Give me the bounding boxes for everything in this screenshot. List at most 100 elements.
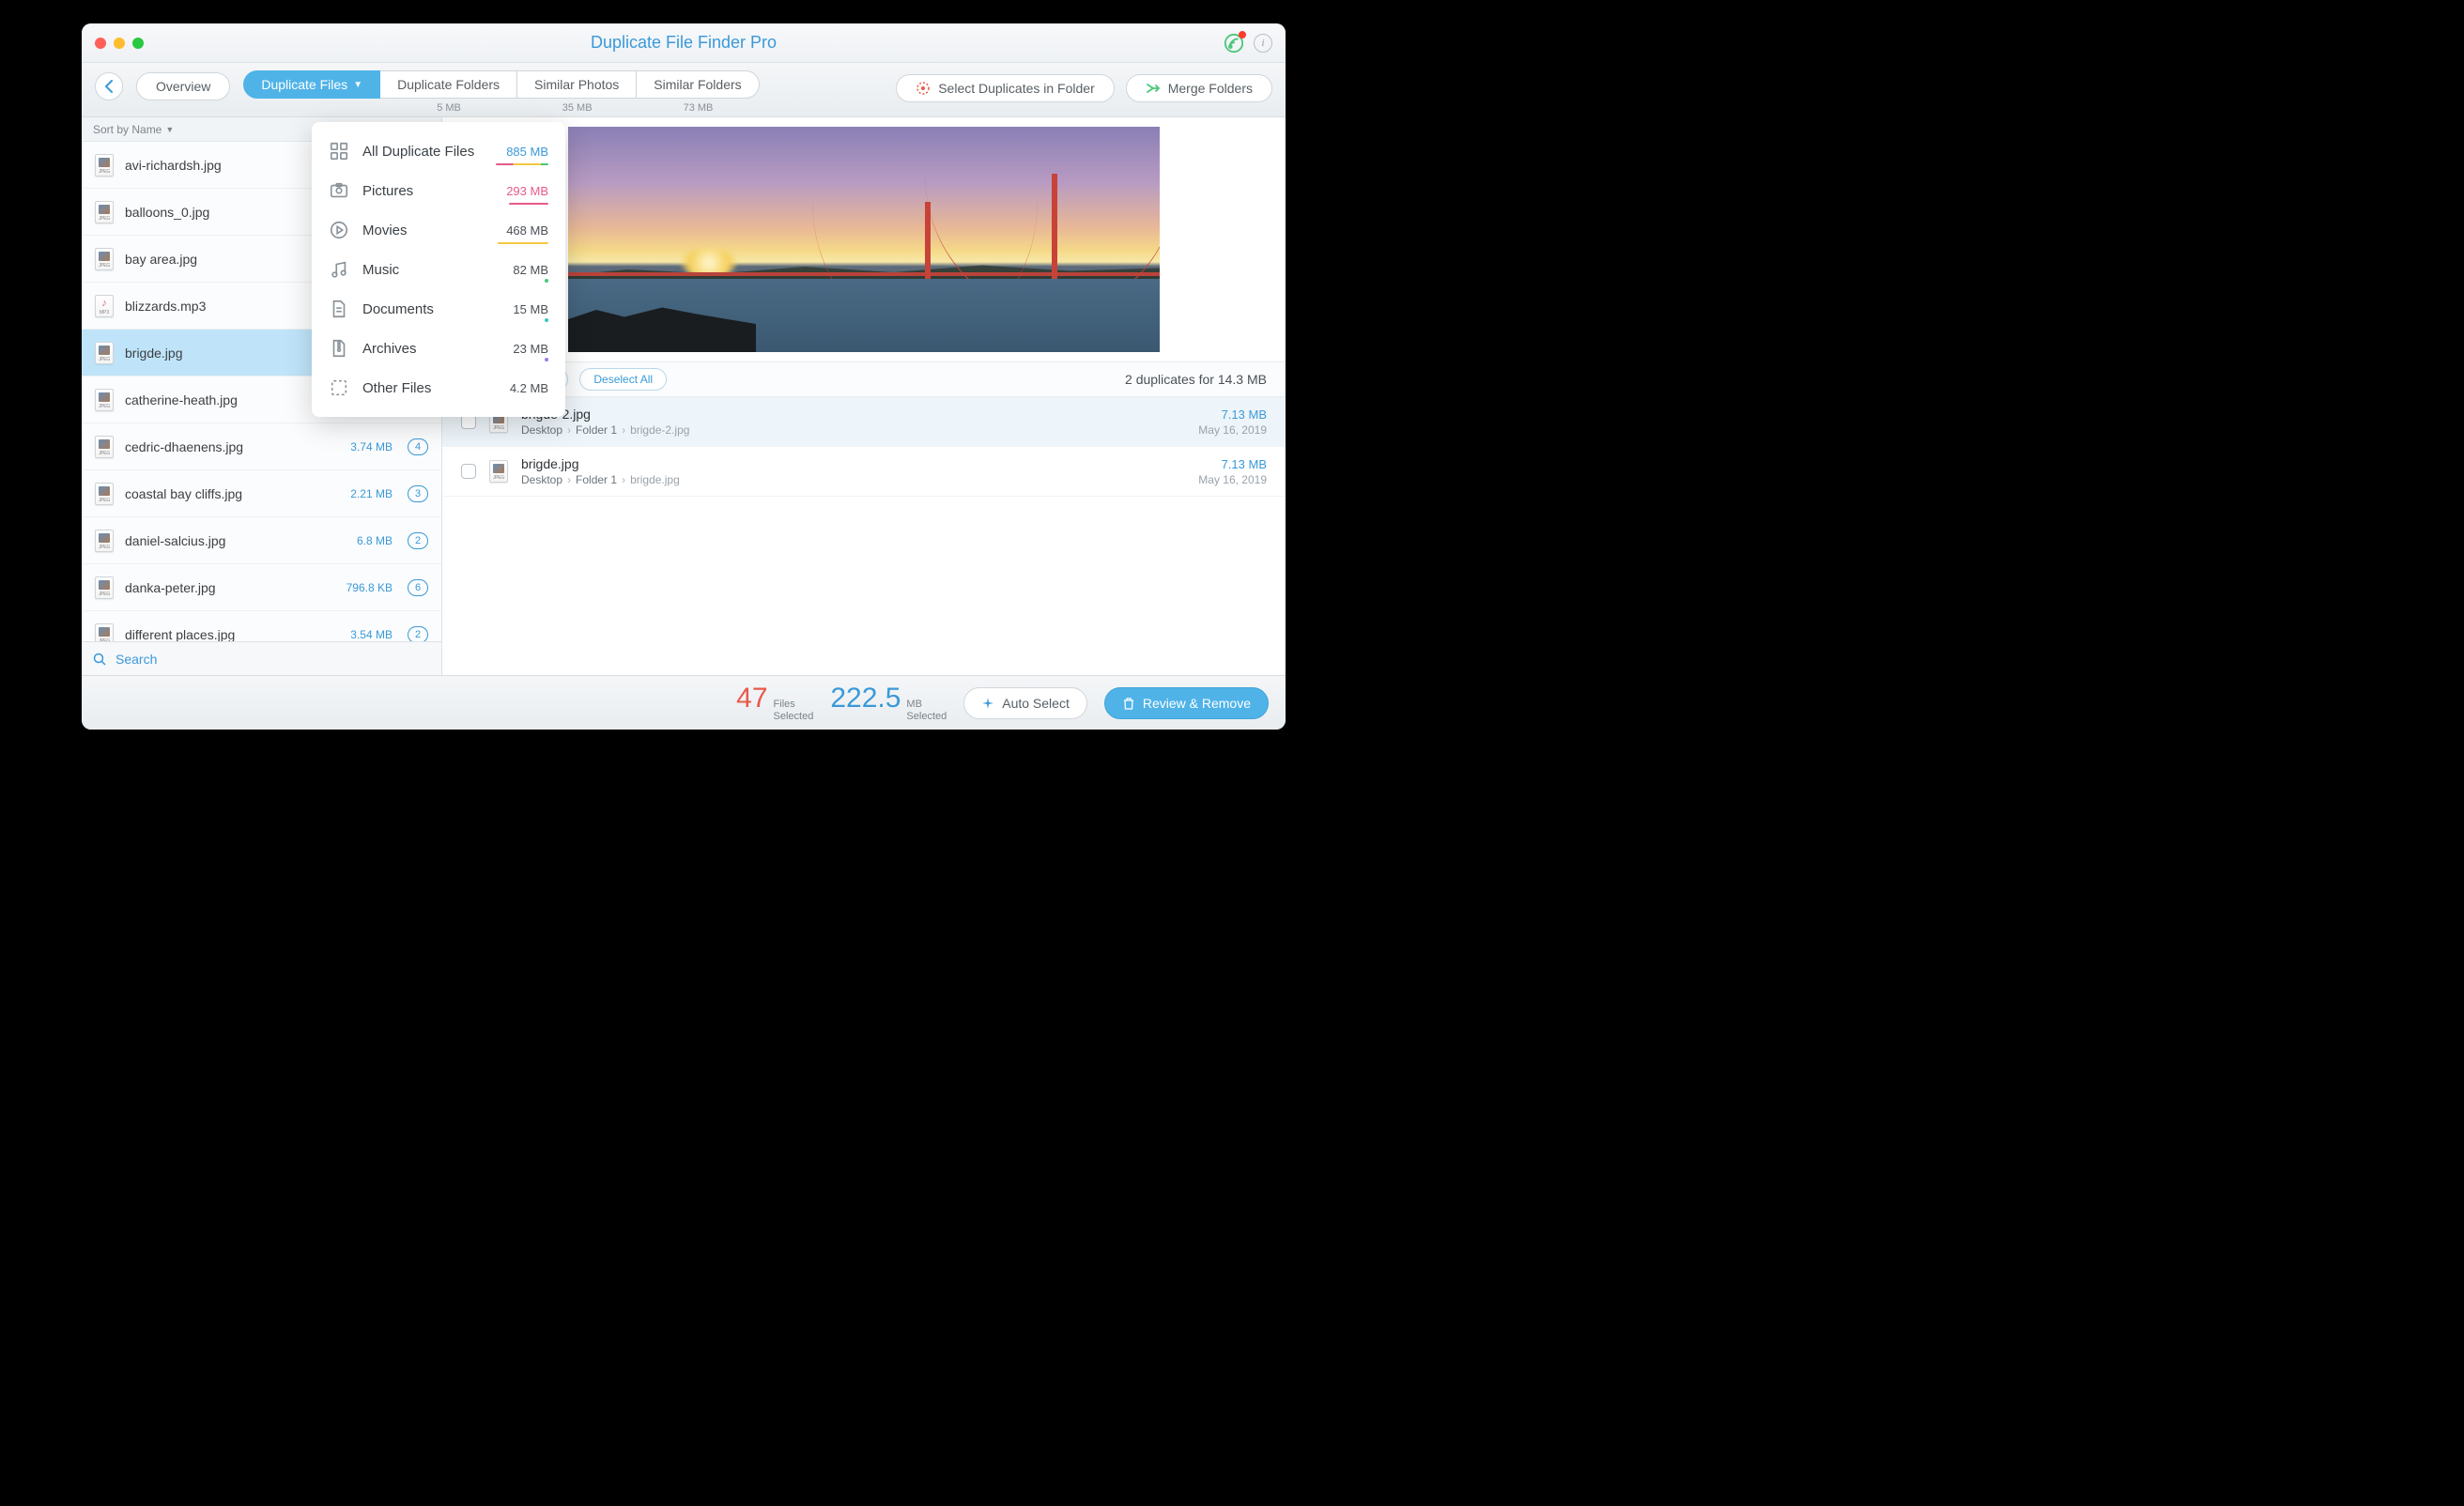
dropdown-item-mus[interactable]: Music 82 MB bbox=[312, 250, 565, 289]
file-size: 3.74 MB bbox=[350, 440, 393, 453]
duplicate-count-badge: 6 bbox=[408, 579, 428, 596]
sparkle-icon bbox=[981, 697, 994, 710]
detail-pane: Auto Select ▼ Deselect All 2 duplicates … bbox=[442, 117, 1286, 675]
chevron-down-icon: ▼ bbox=[353, 80, 362, 90]
merge-icon bbox=[1146, 81, 1161, 96]
duplicate-path: Desktop›Folder 1›brigde.jpg bbox=[521, 473, 1185, 486]
file-type-icon bbox=[95, 154, 114, 177]
files-selected-stat: 47 FilesSelected bbox=[736, 683, 813, 723]
category-size: 4.2 MB bbox=[510, 381, 548, 395]
checkbox[interactable] bbox=[461, 464, 476, 479]
tab-duplicate-files[interactable]: Duplicate Files▼ bbox=[243, 70, 380, 99]
footer-auto-select-button[interactable]: Auto Select bbox=[963, 687, 1087, 719]
app-window: Duplicate File Finder Pro i Overview Dup… bbox=[82, 23, 1286, 730]
duplicate-name: brigde.jpg bbox=[521, 456, 1185, 471]
file-type-icon bbox=[95, 576, 114, 599]
merge-folders-button[interactable]: Merge Folders bbox=[1126, 74, 1272, 102]
trash-icon bbox=[1122, 697, 1135, 710]
chevron-down-icon: ▼ bbox=[165, 125, 174, 134]
file-type-icon bbox=[489, 460, 508, 483]
file-type-icon bbox=[95, 295, 114, 317]
dropdown-item-mov[interactable]: Movies 468 MB bbox=[312, 210, 565, 250]
deselect-all-button[interactable]: Deselect All bbox=[579, 368, 667, 391]
category-size: 82 MB bbox=[513, 263, 548, 277]
search-icon bbox=[93, 653, 106, 666]
overview-button[interactable]: Overview bbox=[136, 72, 230, 100]
search-field[interactable]: Search bbox=[82, 641, 441, 675]
file-row[interactable]: cedric-dhaenens.jpg 3.74 MB 4 bbox=[82, 423, 441, 470]
category-label: Movies bbox=[362, 223, 493, 238]
target-icon bbox=[916, 81, 931, 96]
category-icon bbox=[329, 377, 349, 398]
dropdown-item-arc[interactable]: Archives 23 MB bbox=[312, 329, 565, 368]
file-type-icon bbox=[95, 342, 114, 364]
file-size: 6.8 MB bbox=[357, 534, 393, 547]
dropdown-item-all[interactable]: All Duplicate Files 885 MB bbox=[312, 131, 565, 171]
mb-selected-stat: 222.5 MBSelected bbox=[830, 683, 947, 723]
duplicate-path: Desktop›Folder 1›brigde-2.jpg bbox=[521, 423, 1185, 437]
file-type-icon bbox=[95, 389, 114, 411]
tab-group: Duplicate Files▼ Duplicate Folders 5 MB … bbox=[243, 70, 759, 115]
select-duplicates-in-folder-button[interactable]: Select Duplicates in Folder bbox=[896, 74, 1115, 102]
duplicate-count-badge: 4 bbox=[408, 438, 428, 455]
duplicate-size: 7.13 MB bbox=[1198, 407, 1267, 422]
file-type-icon bbox=[95, 201, 114, 223]
duplicate-row[interactable]: brigde-2.jpg Desktop›Folder 1›brigde-2.j… bbox=[442, 397, 1286, 447]
category-label: Archives bbox=[362, 341, 500, 357]
duplicate-date: May 16, 2019 bbox=[1198, 423, 1267, 437]
duplicate-count-badge: 2 bbox=[408, 626, 428, 642]
dropdown-item-oth[interactable]: Other Files 4.2 MB bbox=[312, 368, 565, 407]
duplicate-summary: 2 duplicates for 14.3 MB bbox=[1125, 372, 1267, 387]
file-name: cedric-dhaenens.jpg bbox=[125, 439, 339, 454]
tab-similar-photos[interactable]: Similar Photos bbox=[517, 70, 637, 99]
category-icon bbox=[329, 180, 349, 201]
category-icon bbox=[329, 299, 349, 319]
duplicate-size: 7.13 MB bbox=[1198, 457, 1267, 471]
category-label: Music bbox=[362, 262, 500, 278]
file-name: daniel-salcius.jpg bbox=[125, 533, 346, 548]
file-row[interactable]: different places.jpg 3.54 MB 2 bbox=[82, 611, 441, 641]
file-name: coastal bay cliffs.jpg bbox=[125, 486, 339, 501]
category-icon bbox=[329, 338, 349, 359]
file-row[interactable]: daniel-salcius.jpg 6.8 MB 2 bbox=[82, 517, 441, 564]
file-name: different places.jpg bbox=[125, 627, 339, 642]
back-button[interactable] bbox=[95, 72, 123, 100]
file-row[interactable]: danka-peter.jpg 796.8 KB 6 bbox=[82, 564, 441, 611]
file-type-icon bbox=[95, 248, 114, 270]
tab-similar-folders[interactable]: Similar Folders bbox=[637, 70, 759, 99]
preview-area bbox=[442, 117, 1286, 361]
duplicate-row[interactable]: brigde.jpg Desktop›Folder 1›brigde.jpg 7… bbox=[442, 447, 1286, 497]
category-label: Pictures bbox=[362, 183, 493, 199]
titlebar: Duplicate File Finder Pro i bbox=[82, 23, 1286, 63]
dropdown-item-doc[interactable]: Documents 15 MB bbox=[312, 289, 565, 329]
category-icon bbox=[329, 141, 349, 161]
category-label: All Duplicate Files bbox=[362, 144, 493, 160]
category-size: 293 MB bbox=[506, 184, 548, 198]
category-size: 468 MB bbox=[506, 223, 548, 238]
category-icon bbox=[329, 259, 349, 280]
duplicate-list: brigde-2.jpg Desktop›Folder 1›brigde-2.j… bbox=[442, 397, 1286, 675]
review-remove-button[interactable]: Review & Remove bbox=[1104, 687, 1269, 719]
tab-duplicate-folders[interactable]: Duplicate Folders bbox=[380, 70, 517, 99]
file-size: 2.21 MB bbox=[350, 487, 393, 500]
file-type-icon bbox=[95, 436, 114, 458]
footer: 47 FilesSelected 222.5 MBSelected Auto S… bbox=[82, 675, 1286, 730]
category-label: Documents bbox=[362, 301, 500, 317]
tab-size: 5 MB bbox=[437, 102, 461, 114]
tab-size: 35 MB bbox=[562, 102, 593, 114]
notifications-icon[interactable] bbox=[1224, 33, 1244, 54]
file-name: danka-peter.jpg bbox=[125, 580, 335, 595]
file-row[interactable]: coastal bay cliffs.jpg 2.21 MB 3 bbox=[82, 470, 441, 517]
file-size: 3.54 MB bbox=[350, 628, 393, 641]
window-title: Duplicate File Finder Pro bbox=[82, 33, 1286, 53]
preview-image bbox=[568, 127, 1160, 352]
file-type-icon bbox=[95, 530, 114, 552]
duplicate-count-badge: 3 bbox=[408, 485, 428, 502]
duplicate-toolbar: Auto Select ▼ Deselect All 2 duplicates … bbox=[442, 361, 1286, 397]
duplicate-date: May 16, 2019 bbox=[1198, 473, 1267, 486]
category-size: 885 MB bbox=[506, 145, 548, 159]
file-name: catherine-heath.jpg bbox=[125, 392, 335, 407]
category-size: 23 MB bbox=[513, 342, 548, 356]
dropdown-item-pic[interactable]: Pictures 293 MB bbox=[312, 171, 565, 210]
category-label: Other Files bbox=[362, 380, 497, 396]
